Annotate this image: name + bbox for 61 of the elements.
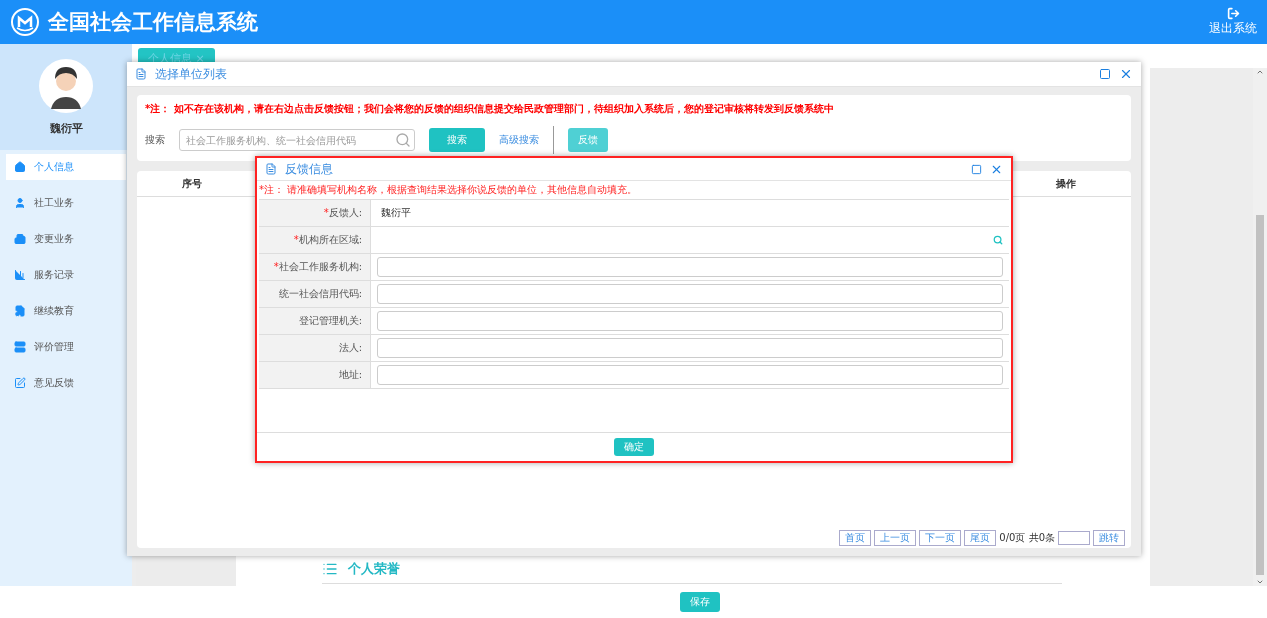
section-title: 个人荣誉 bbox=[348, 560, 400, 578]
search-icon bbox=[395, 132, 411, 148]
app-title: 全国社会工作信息系统 bbox=[48, 9, 259, 36]
chart-icon bbox=[14, 269, 26, 281]
notice-text: *注： 如不存在该机构，请在右边点击反馈按钮；我们会将您的反馈的组织信息提交给民政管理部门，待组织加入系统后，您的登记审核将转发到反馈系统中 bbox=[145, 102, 835, 116]
field-label: *社会工作服务机构: bbox=[259, 254, 371, 280]
search-button[interactable]: 搜索 bbox=[429, 128, 485, 152]
sidebar-item[interactable]: 社工业务 bbox=[6, 190, 126, 216]
field-label: *机构所在区域: bbox=[259, 227, 371, 253]
sidebar-item[interactable]: 评价管理 bbox=[6, 334, 126, 360]
input-field[interactable] bbox=[377, 365, 1003, 385]
field-label: 登记管理机关: bbox=[259, 308, 371, 334]
field-label: *反馈人: bbox=[259, 200, 371, 226]
close-icon[interactable] bbox=[1119, 67, 1133, 81]
stack-icon bbox=[14, 341, 26, 353]
logout-icon bbox=[1226, 7, 1240, 20]
save-button[interactable]: 保存 bbox=[679, 592, 720, 612]
column-header: 操作 bbox=[1055, 176, 1077, 191]
pager-button[interactable]: 下一页 bbox=[919, 530, 962, 546]
input-field[interactable] bbox=[377, 257, 1003, 277]
document-icon bbox=[265, 163, 277, 175]
input-field[interactable] bbox=[377, 338, 1003, 358]
pager-button[interactable]: 首页 bbox=[839, 530, 872, 546]
dialog-title: 选择单位列表 bbox=[155, 65, 228, 83]
maximize-icon[interactable] bbox=[971, 163, 982, 175]
sidebar-item[interactable]: 继续教育 bbox=[6, 298, 126, 324]
list-icon bbox=[322, 561, 338, 577]
advanced-search-link[interactable]: 高级搜索 bbox=[499, 133, 539, 147]
field-label: 统一社会信用代码: bbox=[259, 281, 371, 307]
field-label: 法人: bbox=[259, 335, 371, 361]
document-icon bbox=[135, 68, 147, 80]
jump-button[interactable]: 跳转 bbox=[1093, 530, 1125, 546]
logout-button[interactable]: 退出系统 bbox=[1209, 7, 1257, 37]
sidebar-item[interactable]: 个人信息 bbox=[6, 154, 126, 180]
sidebar-item[interactable]: 变更业务 bbox=[6, 226, 126, 252]
scroll-down-icon[interactable] bbox=[1256, 578, 1264, 586]
sidebar-item[interactable]: 服务记录 bbox=[6, 262, 126, 288]
scroll-up-icon[interactable] bbox=[1256, 68, 1264, 76]
page-summary: 0/0页 共0条 bbox=[999, 531, 1055, 545]
maximize-icon[interactable] bbox=[1099, 68, 1111, 80]
search-icon bbox=[993, 235, 1003, 245]
page-input[interactable] bbox=[1058, 531, 1090, 545]
pager-button[interactable]: 上一页 bbox=[874, 530, 917, 546]
user-name: 魏衍平 bbox=[49, 120, 83, 136]
scrollbar-thumb[interactable] bbox=[1256, 214, 1264, 575]
pager-button[interactable]: 尾页 bbox=[964, 530, 997, 546]
edit-icon bbox=[14, 377, 26, 389]
avatar bbox=[39, 58, 93, 113]
column-header: 序号 bbox=[181, 176, 203, 191]
logo-icon bbox=[10, 7, 40, 37]
field-value: 魏衍平 bbox=[380, 206, 411, 220]
dialog-title: 反馈信息 bbox=[285, 160, 334, 178]
note-text: *注： 请准确填写机构名称，根据查询结果选择你说反馈的单位，其他信息自动填充。 bbox=[258, 183, 639, 197]
user-icon bbox=[14, 197, 26, 209]
search-label: 搜索 bbox=[145, 133, 165, 147]
input-field[interactable] bbox=[377, 284, 1003, 304]
confirm-button[interactable]: 确定 bbox=[614, 438, 654, 456]
sidebar-item[interactable]: 意见反馈 bbox=[6, 370, 126, 396]
home-icon bbox=[14, 161, 26, 173]
field-label: 地址: bbox=[259, 362, 371, 388]
input-field[interactable] bbox=[377, 311, 1003, 331]
